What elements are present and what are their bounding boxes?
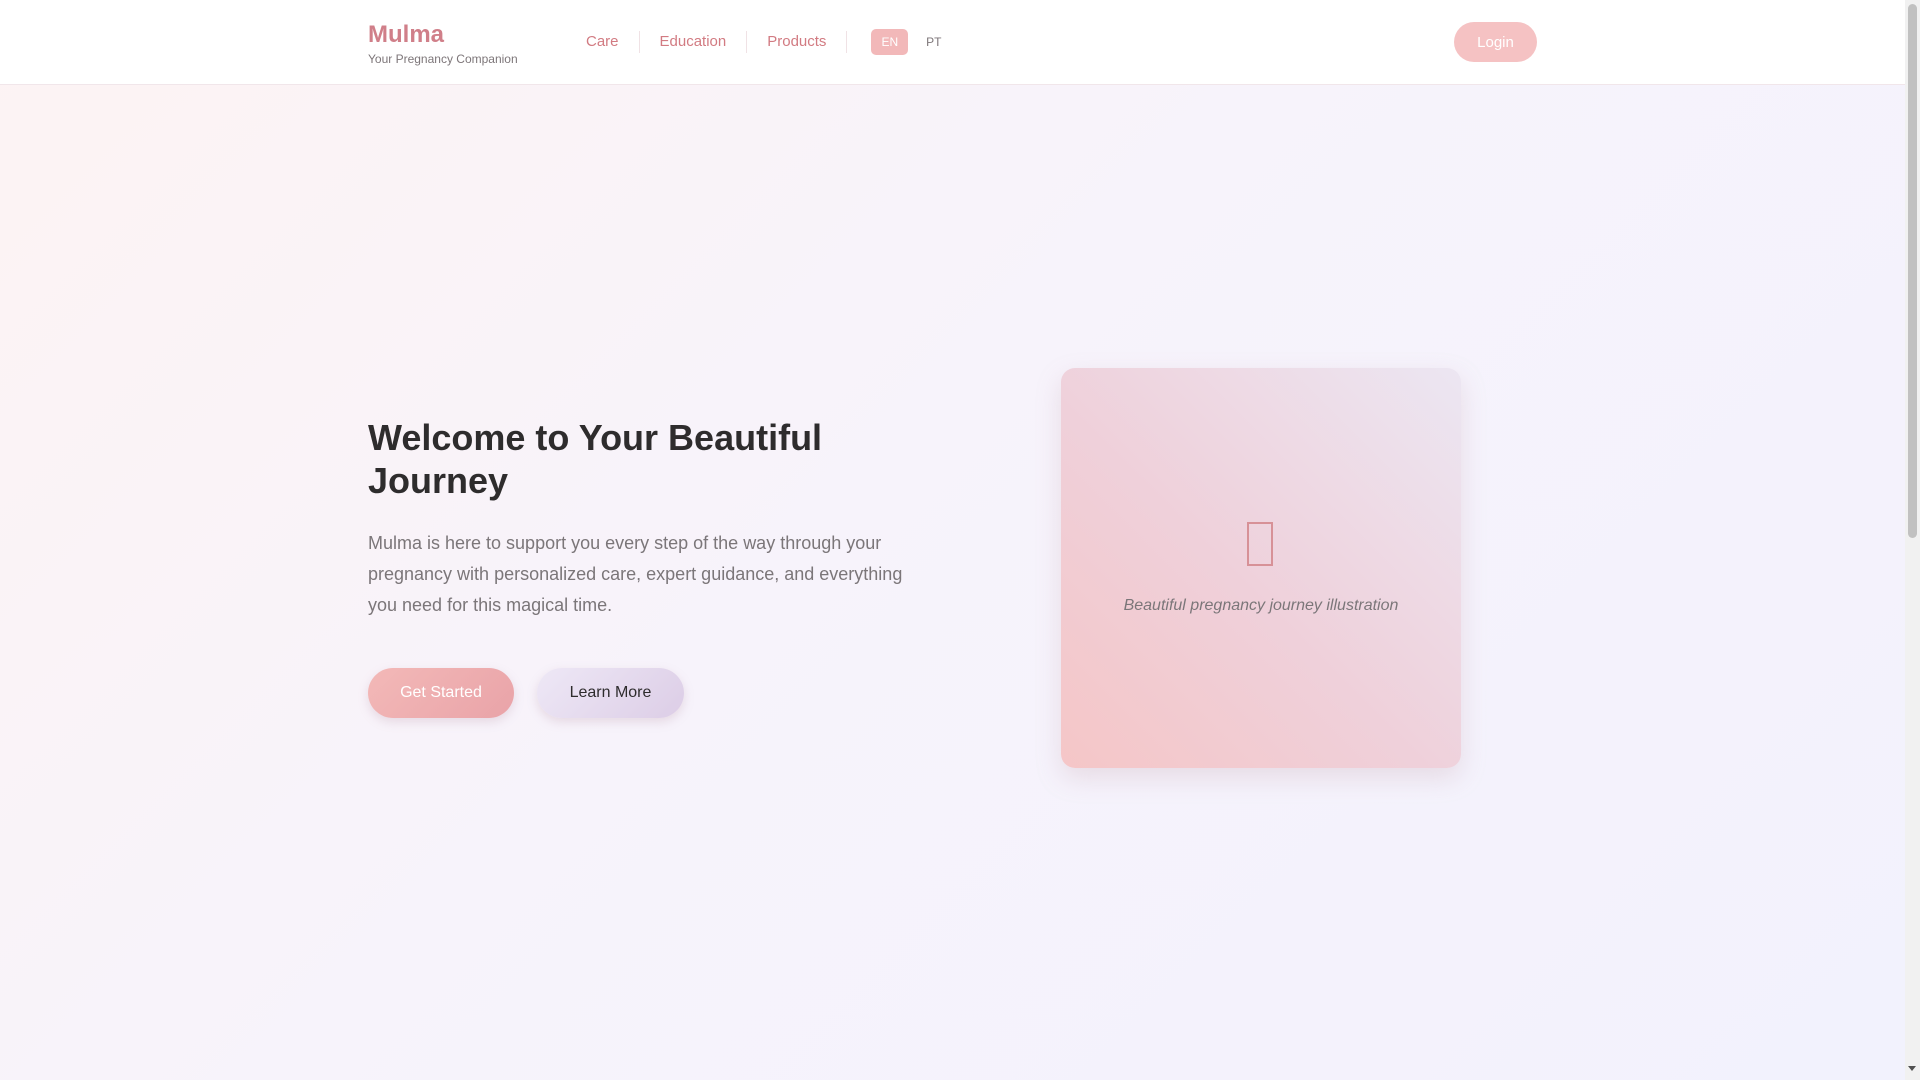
nav-link-products[interactable]: Products	[747, 31, 848, 53]
nav-link-education[interactable]: Education	[640, 31, 748, 53]
site-header: Mulma Your Pregnancy Companion Care Educ…	[0, 0, 1905, 85]
vertical-scrollbar[interactable]	[1905, 0, 1920, 1080]
main-nav: Care Education Products EN PT	[566, 29, 959, 55]
brand-name[interactable]: Mulma	[368, 21, 518, 49]
language-pt-button[interactable]: PT	[916, 29, 951, 55]
language-switcher: EN PT	[871, 29, 959, 55]
illustration-card	[1061, 368, 1461, 768]
scrollbar-thumb[interactable]	[1908, 4, 1917, 538]
language-en-button[interactable]: EN	[871, 29, 909, 55]
learn-more-button[interactable]: Learn More	[537, 668, 684, 718]
page-background: Mulma Your Pregnancy Companion Care Educ…	[0, 0, 1905, 1080]
scroll-down-arrow-icon[interactable]	[1908, 1066, 1916, 1071]
get-started-button[interactable]: Get Started	[368, 668, 514, 718]
brand[interactable]: Mulma Your Pregnancy Companion	[368, 21, 518, 66]
image-placeholder-icon	[1247, 522, 1273, 566]
hero-title: Welcome to Your Beautiful Journey	[368, 417, 823, 501]
nav-link-care[interactable]: Care	[566, 31, 640, 53]
illustration-caption: Beautiful pregnancy journey illustration	[1123, 597, 1399, 614]
brand-tagline: Your Pregnancy Companion	[368, 52, 518, 66]
login-button[interactable]: Login	[1454, 22, 1537, 62]
hero-description: Mulma is here to support you every step …	[368, 533, 903, 615]
